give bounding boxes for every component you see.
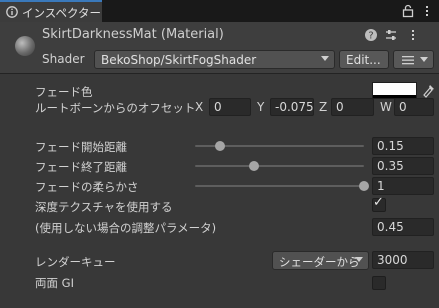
adjust-param-label: (使用しない場合の調整パラメータ) xyxy=(35,221,217,235)
double-sided-gi-label: 両面 GI xyxy=(35,276,74,290)
fade-softness-slider-track[interactable] xyxy=(195,185,364,187)
eyedropper-icon[interactable] xyxy=(421,82,435,98)
y-axis-label: Y xyxy=(257,100,265,114)
fade-start-label: フェード開始距離 xyxy=(35,140,127,154)
fade-softness-field[interactable]: 1 xyxy=(372,177,434,195)
render-queue-label: レンダーキュー xyxy=(35,255,116,269)
shader-value: BekoShop/SkirtFogShader xyxy=(101,53,257,67)
material-sphere-icon xyxy=(15,36,35,56)
chevron-down-icon xyxy=(355,257,363,262)
tab-bar: インスペクター xyxy=(0,0,439,22)
offset-z-field[interactable]: 0 xyxy=(331,98,374,116)
svg-text:?: ? xyxy=(368,31,373,42)
chevron-down-icon xyxy=(321,56,329,61)
render-queue-dropdown[interactable]: シェーダーから xyxy=(272,251,369,270)
fade-end-field[interactable]: 0.35 xyxy=(372,157,434,175)
shader-label: Shader xyxy=(42,52,85,66)
fade-end-slider-track[interactable] xyxy=(195,165,364,167)
tab-inspector[interactable]: インスペクター xyxy=(0,0,102,22)
fade-end-label: フェード終了距離 xyxy=(35,160,127,174)
offset-w-field[interactable]: 0 xyxy=(394,98,434,116)
fade-color-swatch[interactable] xyxy=(372,82,417,99)
fade-color-label: フェード色 xyxy=(35,85,93,99)
checkmark-icon: ✓ xyxy=(373,195,384,210)
material-header: SkirtDarknessMat (Material) ? Shader Bek… xyxy=(0,22,439,74)
fade-end-slider-thumb[interactable] xyxy=(249,161,260,171)
shader-options-button[interactable] xyxy=(393,50,434,69)
list-icon xyxy=(402,56,414,65)
edit-shader-button[interactable]: Edit... xyxy=(339,50,389,69)
use-depth-texture-checkbox[interactable]: ✓ xyxy=(372,195,386,212)
render-queue-field[interactable]: 3000 xyxy=(372,251,434,269)
preset-sliders-icon[interactable] xyxy=(384,28,398,42)
kebab-menu-icon[interactable] xyxy=(420,4,434,18)
use-depth-texture-label: 深度テクスチャを使用する xyxy=(35,200,173,214)
offset-y-field[interactable]: -0.075 xyxy=(270,98,314,116)
info-icon xyxy=(6,6,18,18)
fade-softness-slider-thumb[interactable] xyxy=(359,181,369,191)
kebab-menu-icon[interactable] xyxy=(406,28,420,42)
shader-dropdown[interactable]: BekoShop/SkirtFogShader xyxy=(94,50,335,69)
material-title: SkirtDarknessMat (Material) xyxy=(42,27,224,42)
double-sided-gi-checkbox[interactable] xyxy=(372,276,386,290)
render-queue-dropdown-value: シェーダーから xyxy=(279,255,360,269)
lock-icon[interactable] xyxy=(401,4,415,18)
root-bone-offset-label: ルートボーンからのオフセット xyxy=(35,101,196,115)
fade-start-field[interactable]: 0.15 xyxy=(372,137,434,155)
w-axis-label: W xyxy=(380,100,392,114)
fade-start-slider-thumb[interactable] xyxy=(215,141,226,151)
fade-softness-label: フェードの柔らかさ xyxy=(35,180,139,194)
adjust-param-field[interactable]: 0.45 xyxy=(372,218,434,236)
chevron-down-icon xyxy=(420,57,428,62)
offset-x-field[interactable]: 0 xyxy=(209,98,251,116)
z-axis-label: Z xyxy=(319,100,328,114)
x-axis-label: X xyxy=(195,100,204,114)
tab-label: インスペクター xyxy=(22,6,102,20)
help-icon[interactable]: ? xyxy=(364,28,378,42)
